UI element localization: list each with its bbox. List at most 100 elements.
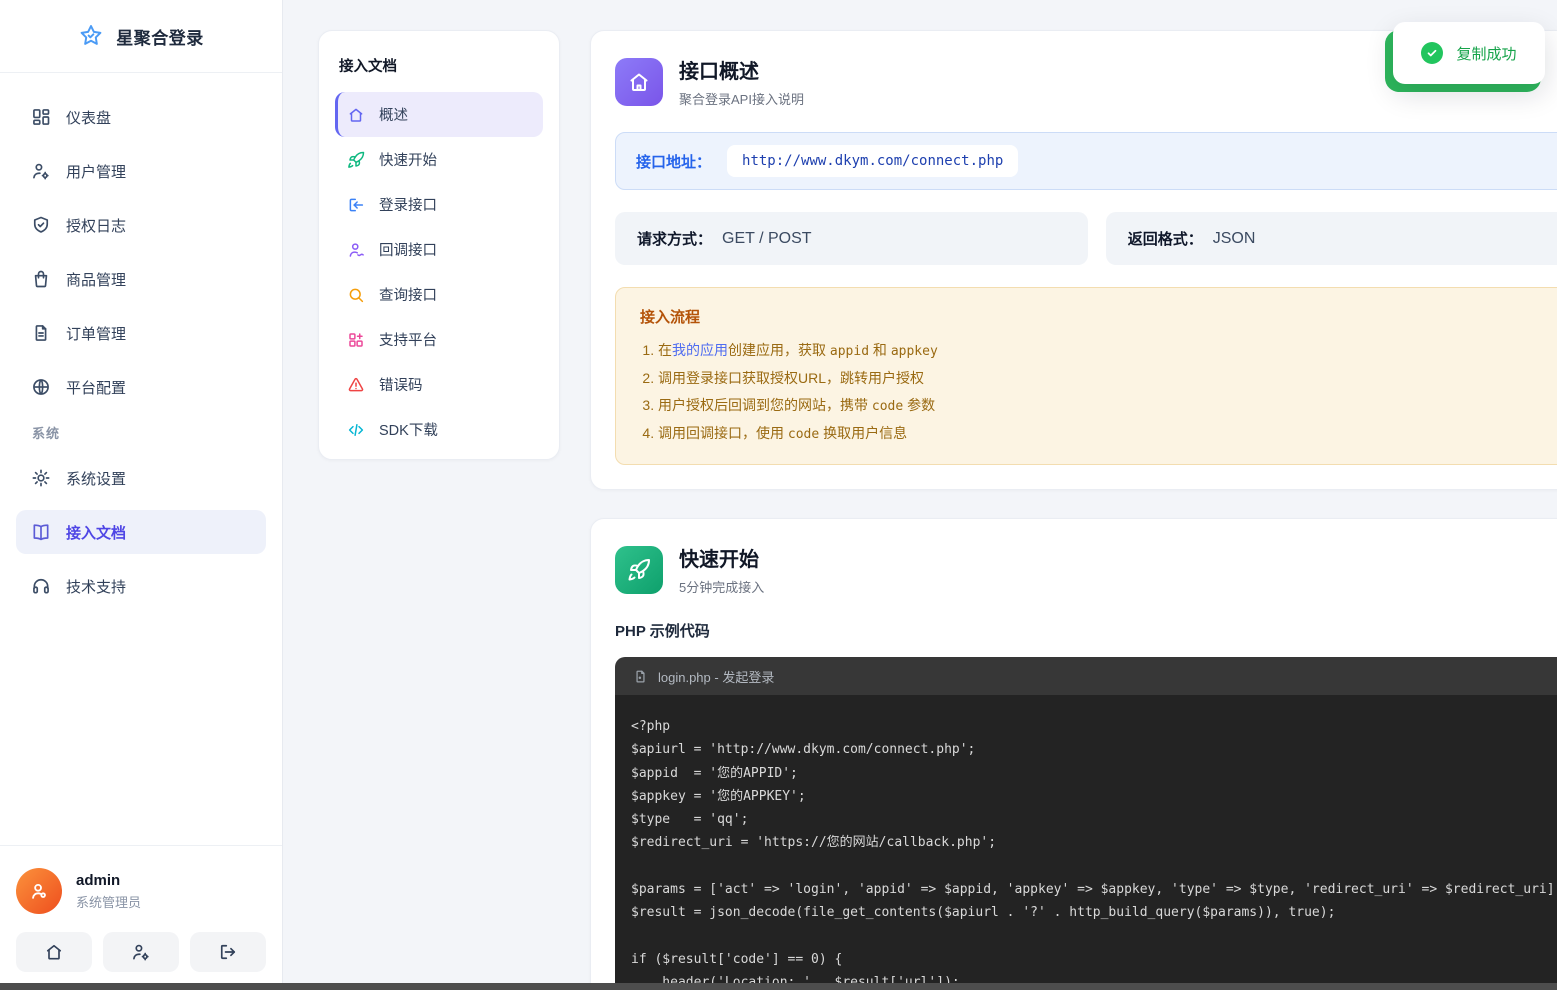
sidebar-item-users[interactable]: 用户管理	[16, 149, 266, 193]
flow-text: 和	[869, 342, 891, 358]
quickstart-card: 快速开始 5分钟完成接入 PHP 示例代码 login.php - 发起登录 <…	[590, 518, 1557, 990]
sidebar-item-auth-logs[interactable]: 授权日志	[16, 203, 266, 247]
my-apps-link[interactable]: 我的应用	[672, 342, 728, 358]
toast-text: 复制成功	[1456, 43, 1516, 64]
footer-buttons	[16, 932, 266, 972]
docs-nav-title: 接入文档	[339, 55, 543, 76]
avatar	[16, 868, 62, 914]
code-line	[631, 925, 1557, 948]
sidebar-item-label: 仪表盘	[66, 107, 111, 128]
docs-nav-label: 查询接口	[379, 284, 437, 305]
flow-code: appid	[830, 344, 869, 359]
shield-check-icon	[31, 215, 51, 235]
section-subtitle: 5分钟完成接入	[679, 577, 764, 596]
sidebar-item-platform-config[interactable]: 平台配置	[16, 365, 266, 409]
code-line: <?php	[631, 715, 1557, 738]
user-info: admin 系统管理员	[76, 872, 141, 911]
sidebar: 星聚合登录 仪表盘 用户管理 授权日志 商品管理 订单管理	[0, 0, 283, 990]
api-url-value[interactable]: http://www.dkym.com/connect.php	[727, 145, 1018, 177]
user-block: admin 系统管理员	[16, 868, 266, 914]
flow-text: 在	[658, 342, 672, 358]
docs-nav-item-error-codes[interactable]: 错误码	[335, 362, 543, 407]
sidebar-item-label: 技术支持	[66, 576, 126, 597]
sidebar-item-docs[interactable]: 接入文档	[16, 510, 266, 554]
code-line: $type = 'qq';	[631, 808, 1557, 831]
docs-nav-item-overview[interactable]: 概述	[335, 92, 543, 137]
request-method-value: GET / POST	[722, 230, 812, 248]
logout-button[interactable]	[190, 932, 266, 972]
flow-text: 调用回调接口，使用	[658, 425, 788, 441]
sidebar-item-orders[interactable]: 订单管理	[16, 311, 266, 355]
app-root: 星聚合登录 仪表盘 用户管理 授权日志 商品管理 订单管理	[0, 0, 1557, 990]
request-method-label: 请求方式：	[637, 228, 712, 249]
response-format-box: 返回格式： JSON	[1106, 212, 1557, 265]
shopping-bag-icon	[31, 269, 51, 289]
sidebar-item-products[interactable]: 商品管理	[16, 257, 266, 301]
toast-copy-success: 复制成功	[1393, 22, 1545, 84]
home-icon	[347, 106, 365, 124]
globe-icon	[31, 377, 51, 397]
sidebar-item-support[interactable]: 技术支持	[16, 564, 266, 608]
gear-icon	[31, 468, 51, 488]
home-icon	[615, 58, 663, 106]
logout-icon	[218, 942, 238, 962]
api-address-label: 接口地址：	[636, 151, 711, 172]
check-circle-icon	[1421, 42, 1443, 64]
sidebar-item-system-settings[interactable]: 系统设置	[16, 456, 266, 500]
flow-title: 接入流程	[640, 306, 1553, 327]
request-method-box: 请求方式： GET / POST	[615, 212, 1088, 265]
docs-nav-item-query-api[interactable]: 查询接口	[335, 272, 543, 317]
docs-nav-item-callback-api[interactable]: 回调接口	[335, 227, 543, 272]
home-button[interactable]	[16, 932, 92, 972]
search-icon	[347, 286, 365, 304]
code-section-label: PHP 示例代码	[615, 620, 1557, 641]
page-title: 接口概述	[679, 55, 804, 84]
request-info-row: 请求方式： GET / POST 返回格式： JSON	[615, 212, 1557, 265]
code-line: if ($result['code'] == 0) {	[631, 948, 1557, 971]
api-address-box: 接口地址： http://www.dkym.com/connect.php	[615, 132, 1557, 190]
docs-nav-item-platforms[interactable]: 支持平台	[335, 317, 543, 362]
sidebar-item-label: 订单管理	[66, 323, 126, 344]
code-header: login.php - 发起登录	[615, 657, 1557, 695]
sidebar-menu: 仪表盘 用户管理 授权日志 商品管理 订单管理 平台配置 系统	[0, 73, 282, 618]
code-line: $result = json_decode(file_get_contents(…	[631, 901, 1557, 924]
sidebar-item-label: 平台配置	[66, 377, 126, 398]
flow-step: 用户授权后回调到您的网站，携带 code 参数	[658, 392, 1553, 420]
docs-nav-item-quickstart[interactable]: 快速开始	[335, 137, 543, 182]
flow-code: appkey	[891, 344, 938, 359]
flow-text: 参数	[903, 397, 935, 413]
profile-settings-button[interactable]	[103, 932, 179, 972]
flow-text: 创建应用，获取	[728, 342, 830, 358]
horizontal-scrollbar[interactable]	[0, 983, 1557, 990]
sidebar-item-label: 用户管理	[66, 161, 126, 182]
flow-code: code	[872, 399, 903, 414]
integration-flow-box: 接入流程 在我的应用创建应用，获取 appid 和 appkey 调用登录接口获…	[615, 287, 1557, 465]
logo: 星聚合登录	[0, 0, 282, 73]
sidebar-footer: admin 系统管理员	[0, 845, 282, 990]
sidebar-item-dashboard[interactable]: 仪表盘	[16, 95, 266, 139]
user-icon	[347, 241, 365, 259]
docs-nav-item-sdk-download[interactable]: SDK下载	[335, 407, 543, 452]
sidebar-item-label: 授权日志	[66, 215, 126, 236]
code-line: $appid = '您的APPID';	[631, 762, 1557, 785]
docs-nav-label: SDK下载	[379, 419, 438, 440]
user-role: 系统管理员	[76, 892, 141, 911]
code-line: $redirect_uri = 'https://您的网站/callback.p…	[631, 831, 1557, 854]
flow-text: 调用登录接口获取授权URL，跳转用户授权	[658, 370, 924, 386]
docs-nav-item-login-api[interactable]: 登录接口	[335, 182, 543, 227]
docs-nav: 接入文档 概述 快速开始 登录接口 回调接口 查询接口	[318, 30, 560, 460]
book-open-icon	[31, 522, 51, 542]
flow-text: 用户授权后回调到您的网站，携带	[658, 397, 872, 413]
file-text-icon	[31, 323, 51, 343]
sidebar-item-label: 商品管理	[66, 269, 126, 290]
grid-plus-icon	[347, 331, 365, 349]
main-column: 接口概述 聚合登录API接入说明 接口地址： http://www.dkym.c…	[590, 30, 1557, 990]
code-line: $apiurl = 'http://www.dkym.com/connect.p…	[631, 738, 1557, 761]
flow-step: 在我的应用创建应用，获取 appid 和 appkey	[658, 337, 1553, 365]
code-filename: login.php - 发起登录	[658, 667, 774, 686]
quickstart-heading: 快速开始 5分钟完成接入	[679, 543, 764, 596]
user-name: admin	[76, 872, 141, 889]
docs-nav-label: 回调接口	[379, 239, 437, 260]
login-icon	[347, 196, 365, 214]
section-title: 快速开始	[679, 543, 764, 572]
